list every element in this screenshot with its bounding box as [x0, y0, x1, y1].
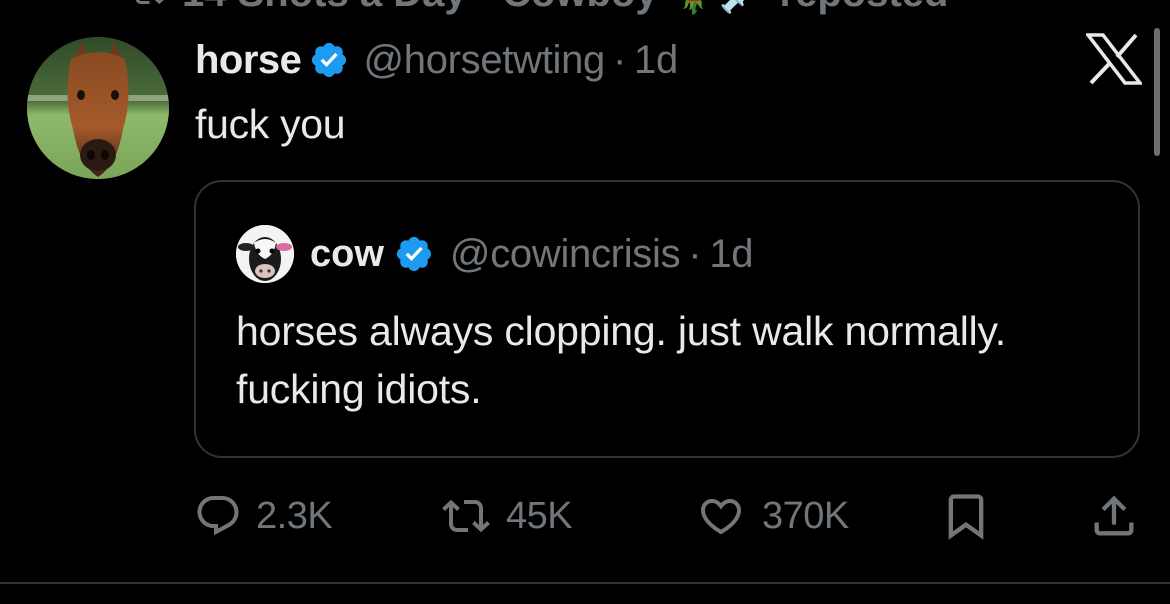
tweet-text: fuck you: [195, 101, 346, 147]
quoted-tweet-text: horses always clopping. just walk normal…: [236, 308, 1006, 412]
tweet-divider: [0, 582, 1170, 584]
repost-button[interactable]: 45K: [440, 486, 573, 546]
share-button[interactable]: [1088, 486, 1140, 546]
quoted-tweet-card[interactable]: cow @cowincrisis · 1d horses always clop…: [194, 180, 1140, 458]
heart-icon: [700, 499, 742, 535]
tweet-action-bar: 2.3K 45K 370K: [0, 486, 1170, 546]
bookmark-button[interactable]: [940, 486, 992, 546]
tweet-header: horse @horsetwting · 1d: [195, 34, 678, 86]
verified-badge-icon[interactable]: [394, 234, 434, 274]
reply-count: 2.3K: [256, 494, 333, 537]
separator-dot: ·: [688, 231, 702, 276]
author-handle[interactable]: @horsetwting: [363, 38, 605, 83]
author-avatar[interactable]: [27, 37, 169, 179]
like-count: 370K: [762, 494, 849, 537]
repost-context[interactable]: 14 Shots a Day · Cowboy 🌹💉 reposted: [130, 0, 948, 15]
scrollbar-thumb[interactable]: [1154, 28, 1160, 156]
x-logo: [1084, 33, 1144, 85]
quoted-tweet-timestamp[interactable]: 1d: [709, 232, 753, 277]
tweet-timestamp[interactable]: 1d: [634, 38, 678, 83]
quoted-author-handle[interactable]: @cowincrisis: [450, 232, 681, 277]
quoted-tweet-header: cow @cowincrisis · 1d: [236, 224, 754, 284]
repost-icon: [442, 499, 490, 533]
bookmark-icon: [948, 494, 984, 540]
share-icon: [1094, 495, 1134, 536]
repost-icon: [130, 0, 166, 10]
separator-dot: ·: [613, 37, 627, 82]
horse-face-avatar: [27, 37, 169, 179]
repost-context-text: 14 Shots a Day · Cowboy 🌹💉 reposted: [182, 0, 948, 16]
verified-badge-icon[interactable]: [309, 40, 349, 80]
reply-icon: [197, 496, 239, 536]
author-display-name[interactable]: horse: [195, 38, 302, 83]
reply-button[interactable]: 2.3K: [194, 486, 333, 546]
cow-avatar: [236, 225, 294, 283]
like-button[interactable]: 370K: [694, 486, 849, 546]
quoted-author-display-name[interactable]: cow: [310, 233, 384, 276]
repost-count: 45K: [506, 494, 573, 537]
